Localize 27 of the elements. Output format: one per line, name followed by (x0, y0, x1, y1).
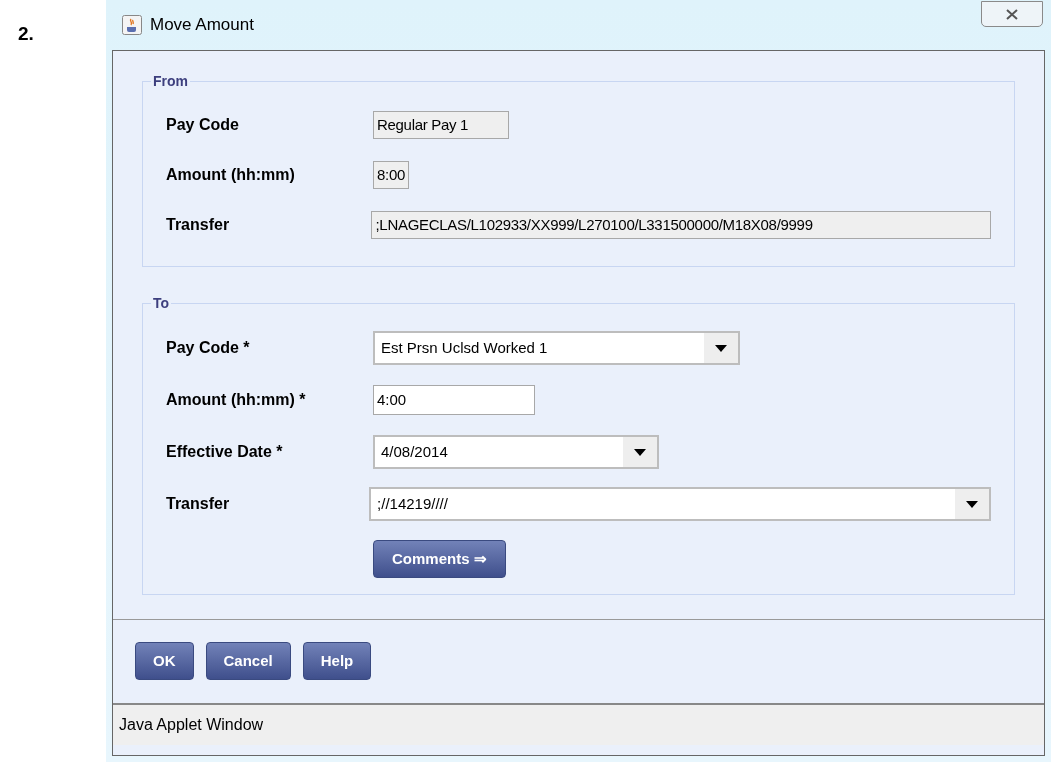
status-bar: Java Applet Window (113, 703, 1044, 745)
step-number: 2. (18, 22, 34, 46)
caret-icon (634, 448, 646, 456)
close-button[interactable] (981, 1, 1043, 27)
caret-icon (966, 500, 978, 508)
field-label: Transfer (166, 494, 231, 514)
coffee-cup-icon (122, 15, 142, 35)
field-label: Pay Code * (166, 338, 251, 358)
dropdown[interactable]: ;//14219//// (369, 487, 991, 521)
input-field[interactable]: 4:00 (373, 385, 535, 415)
caret-icon (715, 344, 727, 352)
dropdown[interactable]: 4/08/2014 (373, 435, 659, 469)
window-title: Move Amount (150, 14, 254, 37)
dialog-button[interactable]: Cancel (205, 642, 291, 680)
readonly-field: 8:00 (373, 161, 409, 189)
readonly-field: Regular Pay 1 (373, 111, 509, 139)
dialog-button[interactable]: OK (135, 642, 194, 680)
close-icon (1005, 8, 1019, 20)
field-label: Amount (hh:mm) * (166, 390, 307, 410)
field-label: Effective Date * (166, 442, 284, 462)
field-label: Transfer (166, 215, 231, 235)
field-label: Pay Code (166, 115, 240, 135)
dialog-button[interactable]: Help (302, 642, 372, 680)
field-label: Amount (hh:mm) (166, 165, 296, 185)
readonly-field: ;LNAGECLAS/L102933/XX999/L270100/L331500000/M18X08/9999 (371, 211, 991, 239)
dropdown[interactable]: Est Prsn Uclsd Worked 1 (373, 331, 740, 365)
comments-button[interactable]: Comments ⇒ (373, 540, 506, 578)
